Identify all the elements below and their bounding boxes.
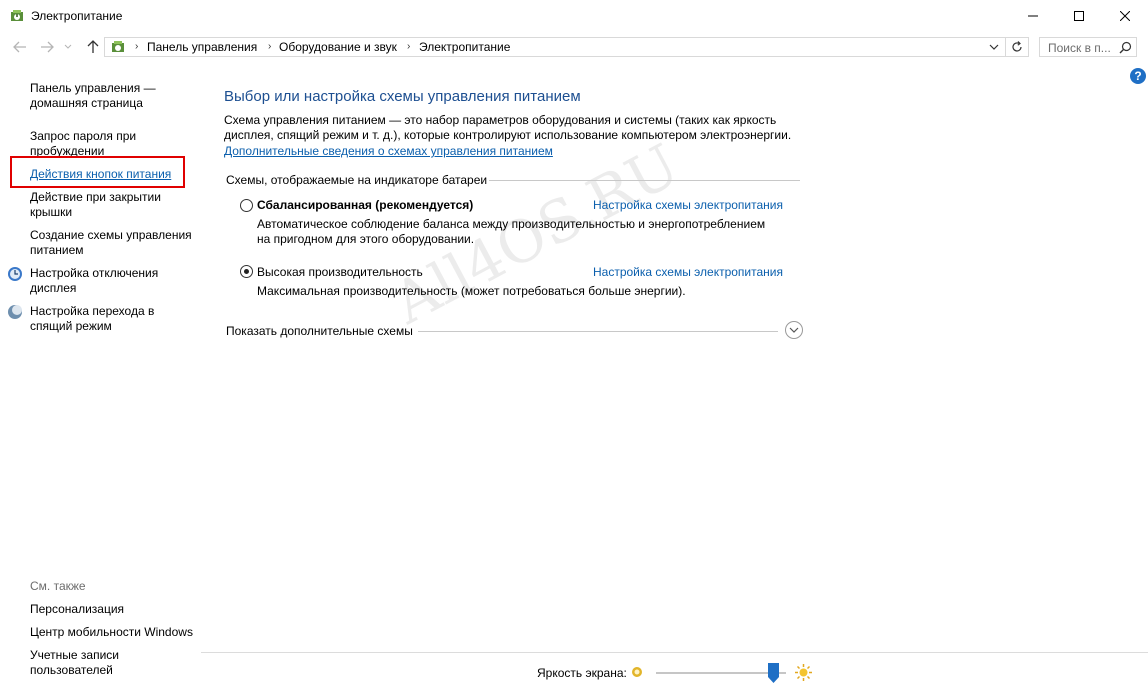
refresh-icon xyxy=(1012,41,1022,52)
page-title: Выбор или настройка схемы управления пит… xyxy=(224,88,581,105)
sidebar-item-label: Центр мобильности Windows xyxy=(30,625,193,639)
sidebar-item-sleep[interactable]: Настройка перехода в спящий режим xyxy=(30,304,200,334)
divider xyxy=(418,331,778,332)
chevron-right-icon: › xyxy=(135,41,139,52)
chevron-right-icon: › xyxy=(407,41,411,52)
power-options-icon xyxy=(11,10,23,21)
display-clock-icon xyxy=(8,267,22,281)
sidebar-item-label: домашняя страница xyxy=(30,96,143,110)
back-button[interactable] xyxy=(11,38,29,56)
close-icon xyxy=(1120,11,1130,21)
description-line: дисплея, спящий режим и т. д.), которые … xyxy=(224,128,792,142)
sidebar-item-user-accounts[interactable]: Учетные записи пользователей xyxy=(30,648,200,678)
arrow-left-icon xyxy=(13,41,26,53)
plan-balanced-name[interactable]: Сбалансированная (рекомендуется) xyxy=(257,198,473,212)
brightness-high-icon xyxy=(795,664,812,681)
more-info-link[interactable]: Дополнительные сведения о схемах управле… xyxy=(224,144,553,158)
description-line: Схема управления питанием — это набор па… xyxy=(224,113,777,127)
show-more-plans-label[interactable]: Показать дополнительные схемы xyxy=(226,324,413,338)
brightness-slider-thumb[interactable] xyxy=(767,663,779,683)
sidebar-item-label: спящий режим xyxy=(30,319,112,333)
chevron-down-icon xyxy=(989,44,999,50)
sidebar-item-control-panel-home[interactable]: Панель управления — домашняя страница xyxy=(30,81,200,111)
plan-balanced-settings-link[interactable]: Настройка схемы электропитания xyxy=(593,198,783,212)
sidebar-item-label: Персонализация xyxy=(30,602,125,616)
sidebar-item-label: Учетные записи xyxy=(30,648,119,662)
plan-high-performance-description: Максимальная производительность (может п… xyxy=(257,284,787,299)
search-icon xyxy=(1119,41,1132,54)
sidebar-item-label: Панель управления — xyxy=(30,81,156,95)
sidebar-item-mobility-center[interactable]: Центр мобильности Windows xyxy=(30,625,200,640)
sidebar-item-label: Действия кнопок питания xyxy=(30,167,172,181)
brightness-slider-track[interactable] xyxy=(656,672,786,674)
sidebar-item-lid-close[interactable]: Действие при закрытии крышки xyxy=(30,190,200,220)
brightness-label: Яркость экрана: xyxy=(537,666,627,680)
chevron-right-icon: › xyxy=(268,41,272,52)
window-title: Электропитание xyxy=(31,9,123,23)
breadcrumb-control-panel[interactable]: Панель управления xyxy=(147,40,257,54)
plans-group-label: Схемы, отображаемые на индикаторе батаре… xyxy=(226,173,488,187)
address-bar[interactable]: › Панель управления › Оборудование и зву… xyxy=(104,37,1029,57)
sidebar-item-label: Создание схемы управления xyxy=(30,228,192,242)
arrow-right-icon xyxy=(41,41,54,53)
plan-high-performance-settings-link[interactable]: Настройка схемы электропитания xyxy=(593,265,783,279)
sidebar-item-create-plan[interactable]: Создание схемы управления питанием xyxy=(30,228,200,258)
close-button[interactable] xyxy=(1102,0,1148,32)
control-panel-icon xyxy=(112,41,124,52)
see-also-heading: См. также xyxy=(30,579,86,593)
up-button[interactable] xyxy=(84,38,102,56)
maximize-button[interactable] xyxy=(1056,0,1102,32)
plan-balanced-radio[interactable] xyxy=(240,199,253,212)
search-input[interactable]: Поиск в п... xyxy=(1048,41,1111,55)
sidebar-item-label: питанием xyxy=(30,243,84,257)
sidebar-item-wake-password[interactable]: Запрос пароля при пробуждении xyxy=(30,129,200,159)
arrow-up-icon xyxy=(87,40,99,53)
sidebar-item-label: Действие при закрытии xyxy=(30,190,161,204)
description-line: на пригодном для этого оборудовании. xyxy=(257,232,475,246)
sidebar-item-label: крышки xyxy=(30,205,73,219)
minimize-icon xyxy=(1028,15,1038,17)
sidebar-item-power-buttons[interactable]: Действия кнопок питания xyxy=(30,167,200,182)
sidebar-item-label: дисплея xyxy=(30,281,77,295)
maximize-icon xyxy=(1074,11,1084,21)
brightness-low-icon xyxy=(632,667,642,677)
plan-high-performance-name[interactable]: Высокая производительность xyxy=(257,265,423,279)
sidebar-item-label: Запрос пароля при xyxy=(30,129,137,143)
breadcrumb-hardware-sound[interactable]: Оборудование и звук xyxy=(279,40,397,54)
plan-high-performance-radio[interactable] xyxy=(240,265,253,278)
title-bar: Электропитание xyxy=(0,0,1148,32)
forward-button[interactable] xyxy=(38,38,56,56)
help-button[interactable]: ? xyxy=(1130,68,1146,84)
chevron-down-icon xyxy=(789,327,799,333)
expand-plans-button[interactable] xyxy=(785,321,803,339)
breadcrumb-power-options[interactable]: Электропитание xyxy=(419,40,510,54)
search-box[interactable]: Поиск в п... xyxy=(1039,37,1137,57)
address-history-button[interactable] xyxy=(988,40,1004,54)
sidebar-item-personalization[interactable]: Персонализация xyxy=(30,602,200,617)
sidebar-item-display-off[interactable]: Настройка отключения дисплея xyxy=(30,266,200,296)
divider xyxy=(489,180,800,181)
minimize-button[interactable] xyxy=(1010,0,1056,32)
description-line: Автоматическое соблюдение баланса между … xyxy=(257,217,766,231)
moon-icon xyxy=(8,305,22,319)
plan-balanced-description: Автоматическое соблюдение баланса между … xyxy=(257,217,787,247)
divider xyxy=(201,652,1148,653)
refresh-button[interactable] xyxy=(1005,38,1028,56)
sidebar-item-label: пользователей xyxy=(30,663,113,677)
page-description: Схема управления питанием — это набор па… xyxy=(224,113,814,143)
recent-locations-button[interactable] xyxy=(62,38,74,56)
description-line: Максимальная производительность (может п… xyxy=(257,284,686,298)
chevron-down-icon xyxy=(64,44,72,49)
sidebar-item-label: Настройка перехода в xyxy=(30,304,155,318)
sidebar-item-label: Настройка отключения xyxy=(30,266,159,280)
